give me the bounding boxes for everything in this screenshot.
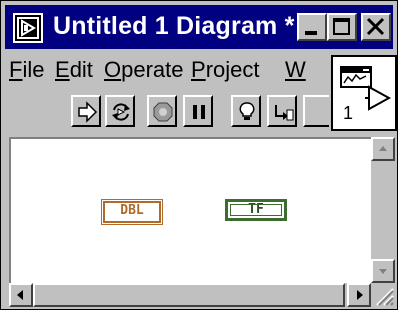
run-arrow-icon [365, 85, 392, 111]
menu-operate-mnemonic: O [104, 57, 122, 82]
menu-edit-rest: dit [69, 57, 93, 82]
menu-bar: File Edit Operate Project W [5, 53, 331, 87]
menu-project-rest: roject [205, 57, 260, 82]
maximize-icon [333, 18, 350, 35]
maximize-button[interactable] [327, 13, 357, 41]
arrow-right-icon [357, 290, 363, 300]
dbl-terminal[interactable]: DBL [103, 201, 161, 223]
run-continuously-button[interactable] [105, 95, 135, 127]
menu-window[interactable]: W [285, 57, 306, 83]
scroll-up-button[interactable] [371, 137, 395, 161]
toolbar [5, 87, 331, 133]
lightbulb-icon [239, 102, 255, 120]
step-over-button[interactable] [303, 95, 329, 127]
menu-edit-mnemonic: E [55, 57, 70, 82]
vi-number: 1 [343, 103, 354, 123]
minimize-icon [305, 31, 317, 35]
menu-file-mnemonic: F [9, 57, 23, 82]
scroll-down-button[interactable] [371, 259, 395, 283]
resize-grip-icon [376, 288, 394, 306]
run-continuously-icon [112, 103, 130, 121]
labview-diagram-icon[interactable] [13, 13, 43, 43]
run-button[interactable] [71, 95, 101, 127]
tf-terminal-label: TF [248, 202, 264, 217]
highlight-execution-button[interactable] [231, 95, 261, 127]
diagram-window: Untitled 1 Diagram * File Edit Operate P… [0, 0, 398, 310]
scroll-left-button[interactable] [9, 283, 33, 307]
pause-button[interactable] [183, 95, 213, 127]
window-title: Untitled 1 Diagram * [53, 12, 295, 40]
run-icon [78, 101, 98, 123]
close-icon [366, 17, 385, 36]
tf-terminal[interactable]: TF [225, 199, 287, 221]
block-diagram-canvas[interactable]: DBL TF [9, 137, 371, 283]
dbl-terminal-label: DBL [120, 203, 144, 218]
menu-operate[interactable]: Operate [104, 57, 184, 83]
menu-file-rest: ile [22, 57, 45, 82]
horizontal-scroll-thumb[interactable] [33, 283, 345, 307]
connector-pane-palette[interactable]: 1 [331, 55, 397, 131]
title-bar[interactable]: Untitled 1 Diagram * [5, 5, 393, 49]
minimize-button[interactable] [297, 13, 327, 41]
resize-grip[interactable] [371, 283, 395, 307]
step-into-icon [275, 105, 294, 121]
horizontal-scrollbar[interactable] [9, 283, 371, 307]
abort-button[interactable] [147, 95, 177, 127]
scroll-right-button[interactable] [347, 283, 371, 307]
menu-window-label: W [285, 57, 306, 82]
menu-project[interactable]: Project [191, 57, 259, 83]
arrow-up-icon [379, 146, 387, 151]
pause-icon [193, 105, 205, 119]
abort-icon [153, 102, 173, 122]
menu-file[interactable]: File [9, 57, 44, 83]
menu-edit[interactable]: Edit [55, 57, 93, 83]
menu-project-mnemonic: P [191, 57, 206, 82]
menu-operate-rest: perate [121, 57, 184, 82]
arrow-down-icon [379, 269, 387, 274]
step-button[interactable] [267, 95, 297, 127]
arrow-left-icon [17, 290, 23, 300]
close-button[interactable] [361, 13, 391, 41]
vertical-scrollbar[interactable] [371, 137, 395, 283]
